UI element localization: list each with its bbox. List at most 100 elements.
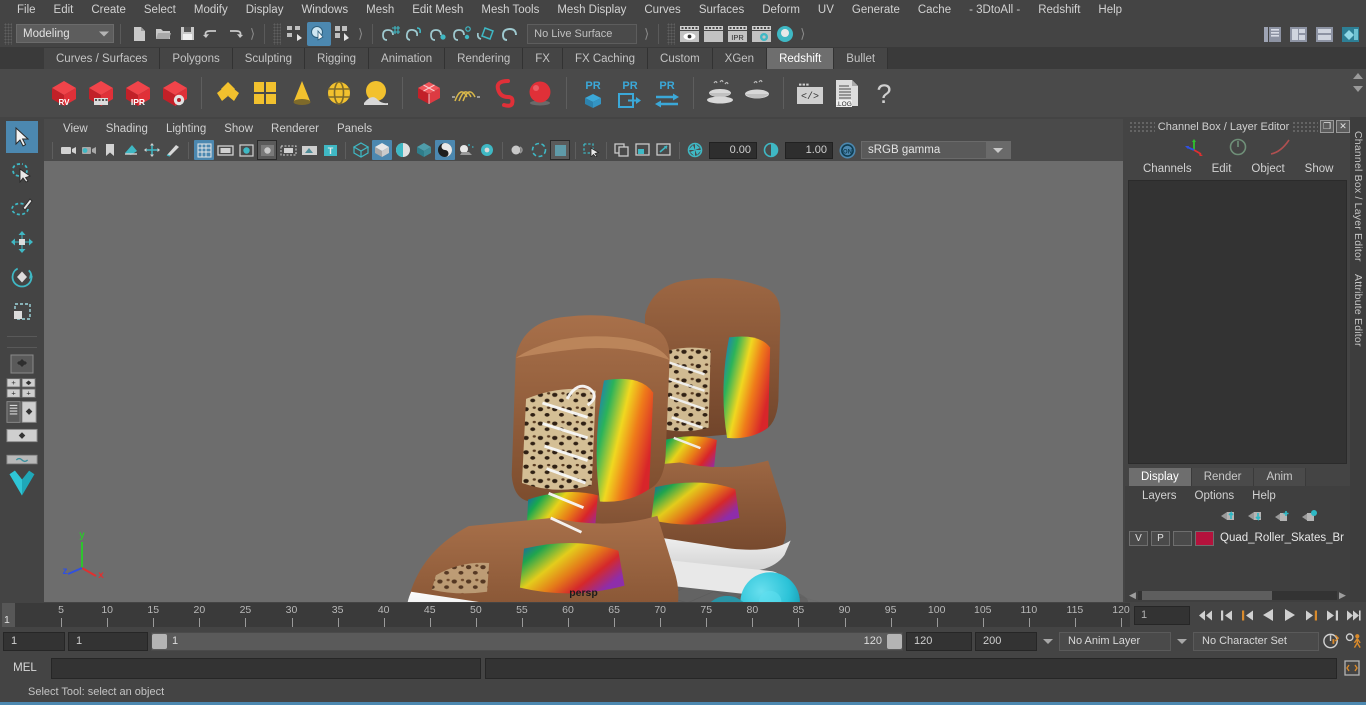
wireframe-shading-icon[interactable] (351, 140, 371, 160)
panel-grip[interactable] (1129, 120, 1155, 133)
pr-export-icon[interactable]: PR (612, 73, 648, 113)
render-sequence-icon[interactable] (701, 22, 725, 46)
animation-start-field[interactable]: 1 (3, 631, 65, 651)
axis-gizmo-icon[interactable] (1184, 138, 1207, 156)
viewport-menu-lighting[interactable]: Lighting (157, 123, 215, 135)
new-layer-from-selected-icon[interactable] (1301, 509, 1318, 523)
anim-layer-combo[interactable]: No Anim Layer (1059, 631, 1171, 651)
two-d-pan-zoom-icon[interactable] (142, 140, 162, 160)
animation-preferences-button[interactable] (1344, 631, 1363, 651)
view-transform-combo[interactable]: sRGB gamma (861, 141, 1011, 159)
restore-panel-button[interactable]: ❐ (1320, 120, 1334, 133)
le-menu-layers[interactable]: Layers (1133, 490, 1186, 502)
shelf-tab-fx-caching[interactable]: FX Caching (562, 48, 649, 69)
grid-toggle-icon[interactable] (194, 140, 214, 160)
layer-playback-toggle[interactable]: P (1151, 530, 1170, 546)
menu-generate[interactable]: Generate (843, 0, 909, 20)
shelf-tab-rendering[interactable]: Rendering (445, 48, 524, 69)
rs-log-icon[interactable]: .LOG (829, 73, 865, 113)
use-all-lights-icon[interactable] (435, 140, 455, 160)
go-to-start-button[interactable] (1196, 605, 1215, 625)
xray-mode-icon[interactable] (299, 140, 319, 160)
vtab-attribute-editor[interactable]: Attribute Editor (1352, 268, 1364, 353)
rs-curve-icon[interactable] (485, 73, 521, 113)
text-overlay-icon[interactable]: T (320, 140, 340, 160)
viewport-menu-shading[interactable]: Shading (97, 123, 157, 135)
shelf-tab-sculpting[interactable]: Sculpting (232, 48, 306, 69)
table-row[interactable]: V P Quad_Roller_Skates_Br (1129, 529, 1346, 547)
layer-list-scrollbar[interactable]: ◀ ▶ (1125, 589, 1350, 602)
redshift-render-sequence-icon[interactable] (83, 73, 119, 113)
snap-to-curve-icon[interactable] (403, 22, 427, 46)
cb-menu-channels[interactable]: Channels (1133, 163, 1202, 175)
auto-keyframe-toggle[interactable] (1322, 631, 1341, 651)
menu-create[interactable]: Create (82, 0, 135, 20)
menu-edit-mesh[interactable]: Edit Mesh (403, 0, 472, 20)
script-editor-button[interactable] (1341, 658, 1363, 679)
vtab-channel-box[interactable]: Channel Box / Layer Editor (1352, 125, 1364, 268)
panel-grip[interactable] (1292, 120, 1318, 133)
menu-file[interactable]: File (8, 0, 45, 20)
paint-select-tool[interactable] (6, 191, 38, 223)
collapse-arrow-icon[interactable]: ⟩ (247, 26, 258, 42)
region-keying-icon[interactable] (278, 140, 298, 160)
textured-mode-icon[interactable] (414, 140, 434, 160)
time-slider[interactable]: 1 5 10 15 20 25 30 35 40 45 50 55 60 65 70 75 80 85 90 95 1… (2, 603, 1130, 627)
film-gate-icon[interactable] (215, 140, 235, 160)
command-output-field[interactable] (485, 657, 1337, 679)
select-tool[interactable] (6, 121, 38, 153)
layout-single-perspective[interactable] (6, 353, 38, 375)
tab-anim[interactable]: Anim (1254, 468, 1306, 486)
scrollbar-track[interactable] (1138, 591, 1337, 600)
cb-menu-object[interactable]: Object (1241, 163, 1294, 175)
menu-deform[interactable]: Deform (753, 0, 809, 20)
move-layer-down-icon[interactable] (1247, 509, 1264, 523)
toolbar-grip[interactable] (4, 22, 12, 45)
rs-material-icon[interactable] (210, 73, 246, 113)
viewport-menu-show[interactable]: Show (215, 123, 262, 135)
sidebar-toggle-b-icon[interactable] (1286, 22, 1310, 46)
panel-zoom-icon[interactable] (654, 140, 674, 160)
camera-attributes-icon[interactable] (79, 140, 99, 160)
shelf-tab-animation[interactable]: Animation (369, 48, 446, 69)
close-panel-button[interactable]: ✕ (1336, 120, 1350, 133)
exposure-value-field[interactable]: 0.00 (709, 141, 757, 159)
menu-mesh-tools[interactable]: Mesh Tools (472, 0, 548, 20)
multisample-aa-icon[interactable] (529, 140, 549, 160)
shelf-tab-redshift[interactable]: Redshift (767, 48, 835, 69)
select-component-icon[interactable] (331, 22, 355, 46)
bookmark-icon[interactable] (100, 140, 120, 160)
shelf-tab-curves-surfaces[interactable]: Curves / Surfaces (44, 48, 161, 69)
layer-visibility-toggle[interactable]: V (1129, 530, 1148, 546)
rs-bokeh-a-icon[interactable] (702, 73, 738, 113)
render-settings-icon[interactable] (749, 22, 773, 46)
collapse-arrow-icon[interactable]: ⟩ (641, 26, 652, 42)
rs-help-icon[interactable]: ? (866, 73, 902, 113)
command-input-field[interactable] (51, 657, 481, 679)
screen-space-ao-icon[interactable] (477, 140, 497, 160)
rotate-tool[interactable] (6, 261, 38, 293)
menu-redshift[interactable]: Redshift (1029, 0, 1089, 20)
menu-help[interactable]: Help (1089, 0, 1131, 20)
le-menu-options[interactable]: Options (1186, 490, 1244, 502)
menu-mesh-display[interactable]: Mesh Display (548, 0, 635, 20)
menu-cache[interactable]: Cache (909, 0, 960, 20)
shelf-tab-custom[interactable]: Custom (648, 48, 713, 69)
layout-four-view[interactable]: + + + (6, 377, 38, 399)
pr-transfer-icon[interactable]: PR (649, 73, 685, 113)
shelf-tab-xgen[interactable]: XGen (712, 48, 768, 69)
tab-render[interactable]: Render (1191, 468, 1255, 486)
menu-select[interactable]: Select (135, 0, 185, 20)
rs-cone-light-icon[interactable] (284, 73, 320, 113)
toolbar-grip[interactable] (667, 22, 676, 45)
step-back-key-button[interactable] (1217, 605, 1236, 625)
gamma-value-field[interactable]: 1.00 (785, 141, 833, 159)
open-scene-icon[interactable] (151, 22, 175, 46)
play-backwards-button[interactable] (1259, 605, 1278, 625)
redshift-render-view-icon[interactable]: RV (46, 73, 82, 113)
rs-script-editor-icon[interactable]: </> (792, 73, 828, 113)
scale-tool[interactable] (6, 296, 38, 328)
pr-object-icon[interactable]: PR (575, 73, 611, 113)
play-forwards-button[interactable] (1280, 605, 1299, 625)
snap-to-point-icon[interactable] (427, 22, 451, 46)
